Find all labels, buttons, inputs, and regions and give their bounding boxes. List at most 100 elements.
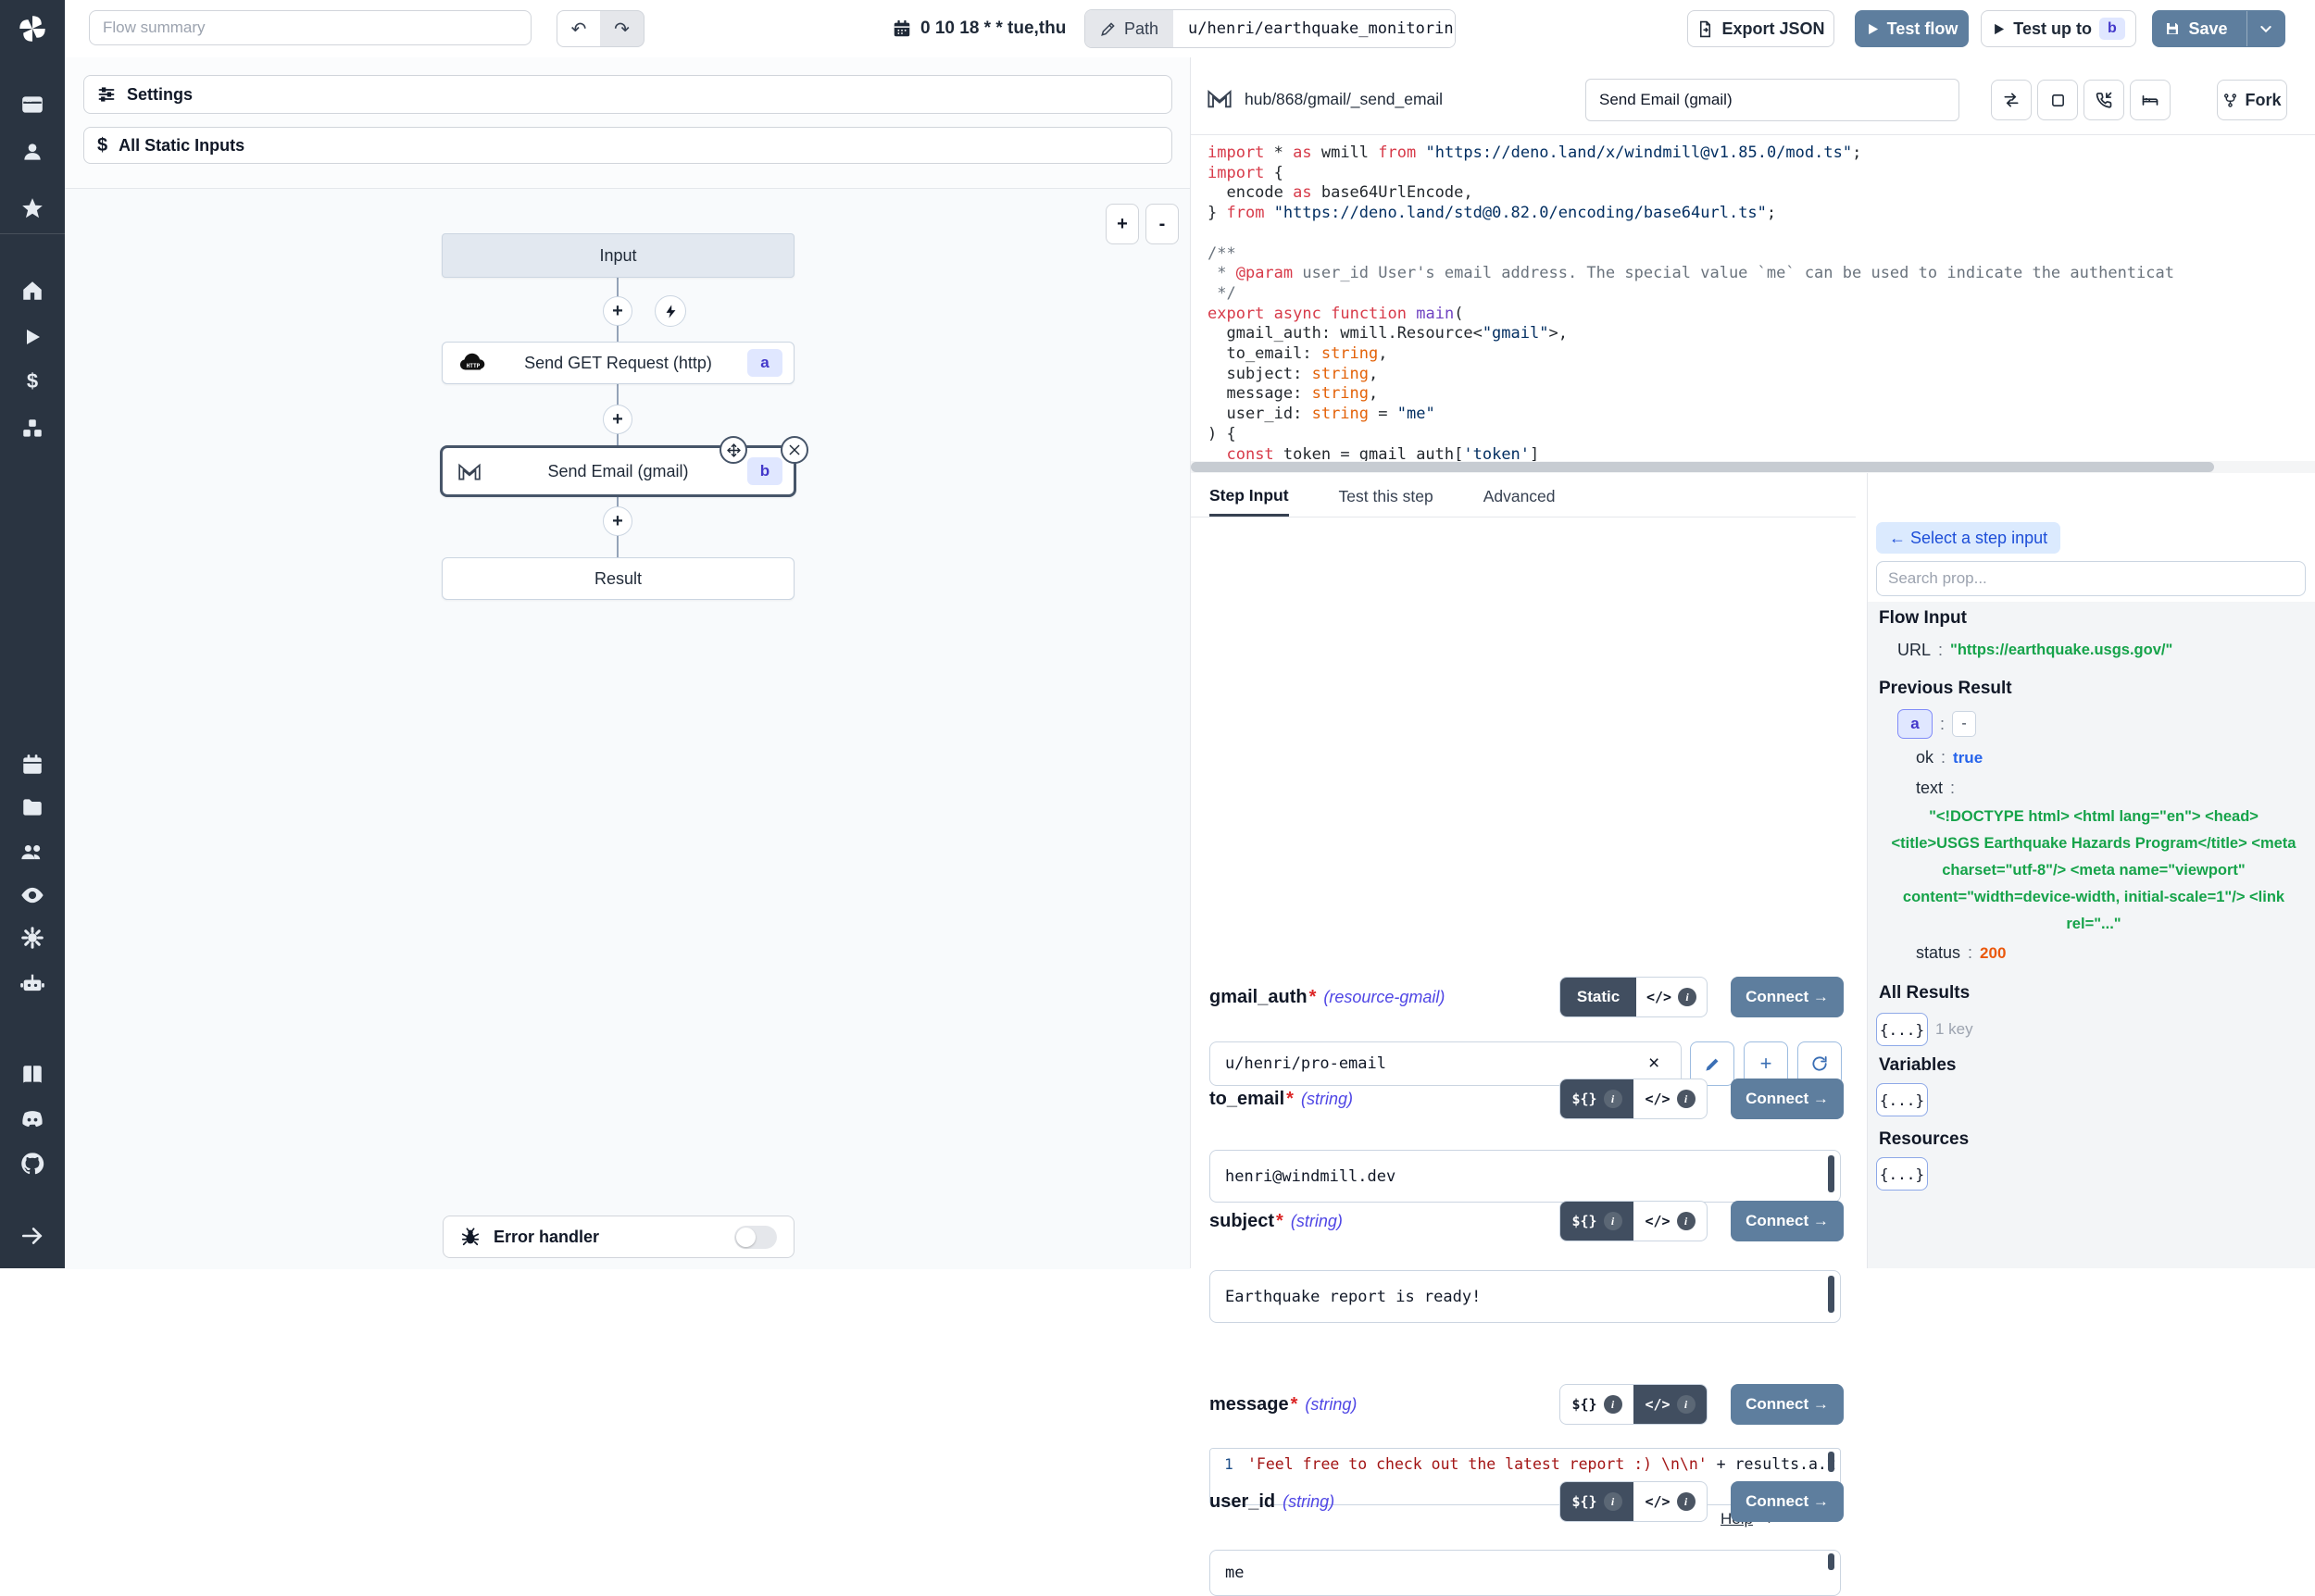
subject-connect-button[interactable]: Connect → [1731, 1201, 1844, 1241]
home-icon[interactable] [19, 277, 46, 305]
redo-button[interactable]: ↷ [600, 10, 644, 47]
sleep-button[interactable] [2130, 80, 2171, 120]
step-a-badge[interactable]: a [1897, 709, 1933, 739]
text-value[interactable]: "<!DOCTYPE html> <html lang="en"> <head>… [1884, 804, 2303, 937]
flow-summary-input[interactable] [89, 10, 532, 45]
expand-arrow-icon[interactable] [19, 1222, 46, 1250]
info-icon[interactable]: i [1677, 1395, 1696, 1414]
discord-icon[interactable] [19, 1105, 46, 1133]
audit-eye-icon[interactable] [19, 881, 46, 909]
scrollbar-thumb[interactable] [1191, 462, 2214, 472]
mode-template[interactable]: ${}i [1560, 1079, 1633, 1118]
undo-button[interactable]: ↶ [557, 10, 601, 47]
mode-template[interactable]: ${}i [1560, 1385, 1633, 1424]
export-json-button[interactable]: Export JSON [1687, 10, 1834, 47]
workers-bot-icon[interactable] [19, 969, 46, 997]
delete-step-button[interactable] [781, 436, 808, 464]
save-dropdown[interactable] [2246, 11, 2284, 46]
editor-scrollbar-thumb[interactable] [1828, 1452, 1834, 1472]
flow-node-result[interactable]: Result [442, 557, 795, 600]
info-icon[interactable]: i [1677, 1492, 1696, 1511]
trigger-bolt-button[interactable] [655, 295, 686, 327]
info-icon[interactable]: i [1677, 1090, 1696, 1108]
all-static-inputs-button[interactable]: $ All Static Inputs [83, 127, 1172, 164]
result-text-row[interactable]: text: [1916, 779, 1955, 798]
info-icon[interactable]: i [1677, 1212, 1696, 1230]
docs-book-icon[interactable] [19, 1061, 46, 1089]
path-editor[interactable]: Path u/henri/earthquake_monitorin [1084, 9, 1456, 48]
user-icon[interactable] [19, 138, 46, 166]
schedules-calendar-icon[interactable] [19, 751, 46, 779]
tab-advanced[interactable]: Advanced [1483, 477, 1556, 517]
code-horizontal-scrollbar[interactable] [1191, 461, 2315, 473]
mode-javascript[interactable]: </>i [1636, 978, 1707, 1016]
input-scrollbar-thumb[interactable] [1828, 1553, 1834, 1570]
workspace-icon[interactable] [19, 91, 46, 118]
message-connect-button[interactable]: Connect → [1731, 1384, 1844, 1425]
collapse-button[interactable]: - [1952, 711, 1976, 737]
user-id-connect-button[interactable]: Connect → [1731, 1481, 1844, 1522]
error-handler-bar[interactable]: Error handler [443, 1216, 795, 1258]
fork-button[interactable]: Fork [2217, 80, 2287, 120]
mode-template[interactable]: ${}i [1560, 1482, 1633, 1521]
gmail-auth-connect-button[interactable]: Connect → [1731, 977, 1844, 1017]
favorites-star-icon[interactable] [19, 194, 46, 222]
error-handler-toggle[interactable] [734, 1226, 777, 1249]
folders-icon[interactable] [19, 793, 46, 821]
webhook-call-button[interactable] [2084, 80, 2124, 120]
swap-script-button[interactable] [1991, 80, 2032, 120]
to-email-value-input[interactable] [1209, 1150, 1841, 1203]
flow-node-input[interactable]: Input [442, 233, 795, 278]
mode-javascript[interactable]: </>i [1633, 1385, 1707, 1424]
mode-javascript[interactable]: </>i [1633, 1482, 1707, 1521]
clear-resource-icon[interactable]: × [1648, 1053, 1659, 1075]
info-icon[interactable]: i [1604, 1492, 1622, 1511]
variables-object-chip[interactable]: {...} [1876, 1083, 1928, 1116]
flow-input-url-row[interactable]: URL:"https://earthquake.usgs.gov/" [1897, 641, 2172, 660]
result-status-row[interactable]: status:200 [1916, 943, 2006, 963]
mode-javascript[interactable]: </>i [1633, 1079, 1707, 1118]
tab-step-input[interactable]: Step Input [1209, 477, 1289, 517]
resources-object-chip[interactable]: {...} [1876, 1157, 1928, 1191]
subject-value-input[interactable] [1209, 1270, 1841, 1323]
mode-javascript[interactable]: </>i [1633, 1202, 1707, 1241]
info-icon[interactable]: i [1678, 988, 1696, 1006]
code-editor[interactable]: import * as wmill from "https://deno.lan… [1191, 134, 2315, 461]
groups-users-icon[interactable] [19, 838, 46, 866]
runs-play-icon[interactable] [19, 323, 46, 351]
test-up-to-button[interactable]: Test up to b [1981, 10, 2136, 47]
all-results-object-chip[interactable]: {...} [1876, 1013, 1928, 1046]
test-flow-button[interactable]: Test flow [1855, 10, 1969, 47]
info-icon[interactable]: i [1604, 1212, 1622, 1230]
box-button[interactable] [2037, 80, 2078, 120]
github-icon[interactable] [19, 1150, 46, 1178]
insert-step-button-3[interactable]: + [603, 506, 632, 536]
info-icon[interactable]: i [1604, 1395, 1622, 1414]
path-value[interactable]: u/henri/earthquake_monitorin [1173, 10, 1455, 47]
result-ok-row[interactable]: ok:true [1916, 748, 1983, 767]
variables-dollar-icon[interactable]: $ [19, 368, 46, 395]
flow-node-http[interactable]: HTTP Send GET Request (http) a [442, 342, 795, 384]
zoom-out-button[interactable]: - [1145, 204, 1179, 244]
settings-gear-icon[interactable] [19, 924, 46, 952]
zoom-in-button[interactable]: + [1106, 204, 1139, 244]
mode-template[interactable]: ${}i [1560, 1202, 1633, 1241]
save-button[interactable]: Save [2152, 10, 2285, 47]
to-email-connect-button[interactable]: Connect → [1731, 1079, 1844, 1119]
search-prop-input[interactable] [1876, 561, 2306, 596]
save-main[interactable]: Save [2153, 11, 2239, 46]
mode-static[interactable]: Static [1560, 978, 1636, 1016]
schedule-display[interactable]: 0 10 18 * * tue,thu [892, 0, 1066, 57]
insert-step-button-2[interactable]: + [603, 405, 632, 434]
path-label-segment[interactable]: Path [1085, 10, 1173, 47]
input-scrollbar-thumb[interactable] [1828, 1276, 1834, 1313]
insert-step-button-1[interactable]: + [603, 296, 632, 326]
user-id-value-input[interactable] [1209, 1550, 1841, 1596]
input-scrollbar-thumb[interactable] [1828, 1155, 1834, 1192]
step-summary-input[interactable] [1585, 79, 1959, 121]
move-step-button[interactable] [720, 436, 747, 464]
resources-cubes-icon[interactable] [19, 415, 46, 443]
select-step-input-button[interactable]: ← Select a step input [1876, 522, 2060, 554]
flow-settings-button[interactable]: Settings [83, 75, 1172, 114]
info-icon[interactable]: i [1604, 1090, 1622, 1108]
